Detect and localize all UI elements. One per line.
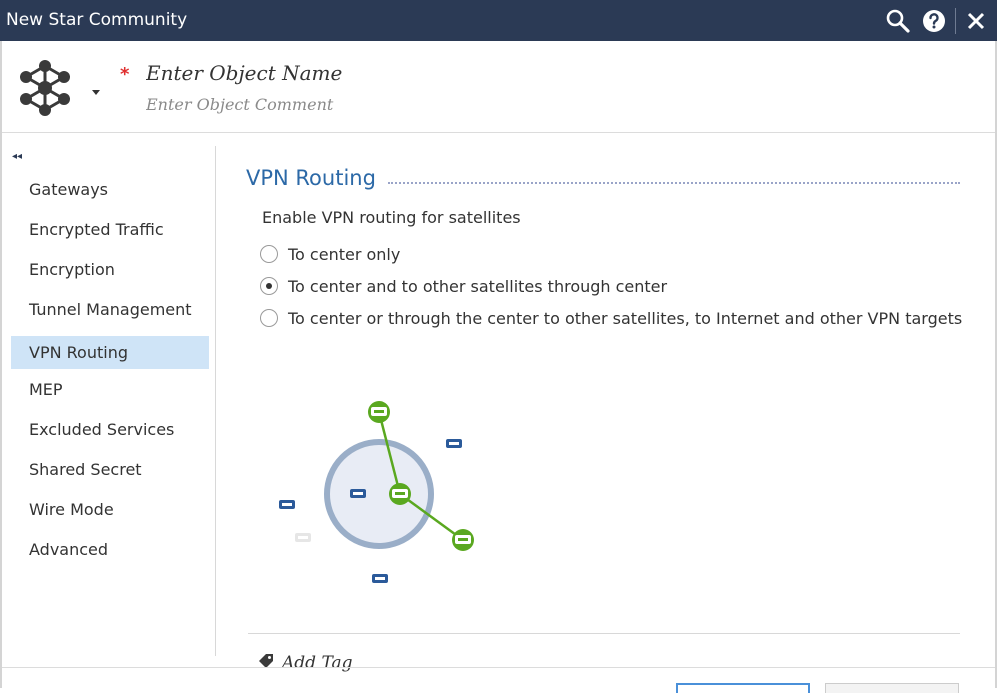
sidebar-item-tunnel-management[interactable]: Tunnel Management bbox=[11, 293, 209, 326]
footer-separator bbox=[2, 667, 995, 668]
add-tag-label: Add Tag bbox=[282, 653, 353, 673]
enable-routing-label: Enable VPN routing for satellites bbox=[262, 208, 521, 227]
gateway-icon-left bbox=[279, 500, 295, 509]
tag-icon bbox=[258, 653, 274, 673]
sidebar-item-mep[interactable]: MEP bbox=[11, 373, 209, 406]
community-ring bbox=[324, 439, 434, 549]
collapse-sidebar-icon[interactable]: ◂◂ bbox=[12, 151, 22, 162]
satellite-gateway-right bbox=[452, 529, 474, 551]
gateway-icon-left-faded bbox=[295, 533, 311, 542]
object-name-input[interactable] bbox=[146, 61, 546, 85]
section-title: VPN Routing bbox=[246, 166, 376, 190]
radio-label: To center and to other satellites throug… bbox=[288, 276, 668, 296]
tag-separator bbox=[248, 633, 960, 634]
gateway-icon-top-right bbox=[446, 439, 462, 448]
vpn-routing-panel: VPN Routing Enable VPN routing for satel… bbox=[216, 133, 995, 673]
sidebar-item-shared-secret[interactable]: Shared Secret bbox=[11, 453, 209, 486]
dialog-window: * ◂◂ Gateways Encrypted Traffic Encrypti… bbox=[0, 41, 997, 693]
center-gateway bbox=[389, 483, 411, 505]
section-title-rule bbox=[388, 182, 960, 184]
required-marker: * bbox=[120, 64, 130, 85]
sidebar-item-excluded-services[interactable]: Excluded Services bbox=[11, 413, 209, 446]
gateway-icon-center-inner bbox=[350, 489, 366, 498]
object-comment-input[interactable] bbox=[146, 95, 546, 114]
caret-down-icon[interactable] bbox=[90, 81, 102, 100]
sidebar-item-wire-mode[interactable]: Wire Mode bbox=[11, 493, 209, 526]
radio-button[interactable] bbox=[260, 309, 278, 327]
radio-label: To center or through the center to other… bbox=[288, 308, 963, 328]
radio-label: To center only bbox=[288, 244, 401, 264]
vpn-routing-diagram bbox=[279, 401, 474, 583]
title-bar: New Star Community bbox=[0, 0, 997, 41]
search-icon[interactable] bbox=[885, 8, 911, 34]
help-icon[interactable] bbox=[921, 8, 947, 34]
title-separator bbox=[955, 8, 956, 34]
radio-option-center-only[interactable]: To center only bbox=[260, 242, 400, 266]
object-header: * bbox=[2, 41, 995, 133]
close-icon[interactable] bbox=[963, 8, 989, 34]
radio-option-center-and-satellites[interactable]: To center and to other satellites throug… bbox=[260, 274, 667, 298]
window-title: New Star Community bbox=[6, 10, 188, 30]
satellite-gateway-top bbox=[368, 401, 390, 423]
cancel-button[interactable] bbox=[825, 683, 959, 693]
gateway-icon-bottom bbox=[372, 574, 388, 583]
radio-button-checked[interactable] bbox=[260, 277, 278, 295]
sidebar-item-gateways[interactable]: Gateways bbox=[11, 173, 209, 206]
star-community-icon[interactable] bbox=[15, 58, 75, 118]
ok-button[interactable] bbox=[676, 683, 810, 693]
radio-option-center-internet-vpn[interactable]: To center or through the center to other… bbox=[260, 306, 962, 330]
sidebar-item-encryption[interactable]: Encryption bbox=[11, 253, 209, 286]
sidebar-item-advanced[interactable]: Advanced bbox=[11, 533, 209, 566]
sidebar-nav: ◂◂ Gateways Encrypted Traffic Encryption… bbox=[2, 133, 216, 658]
sidebar-item-vpn-routing[interactable]: VPN Routing bbox=[11, 336, 209, 369]
radio-button[interactable] bbox=[260, 245, 278, 263]
sidebar-item-encrypted-traffic[interactable]: Encrypted Traffic bbox=[11, 213, 209, 246]
add-tag-link[interactable]: Add Tag bbox=[258, 653, 352, 673]
